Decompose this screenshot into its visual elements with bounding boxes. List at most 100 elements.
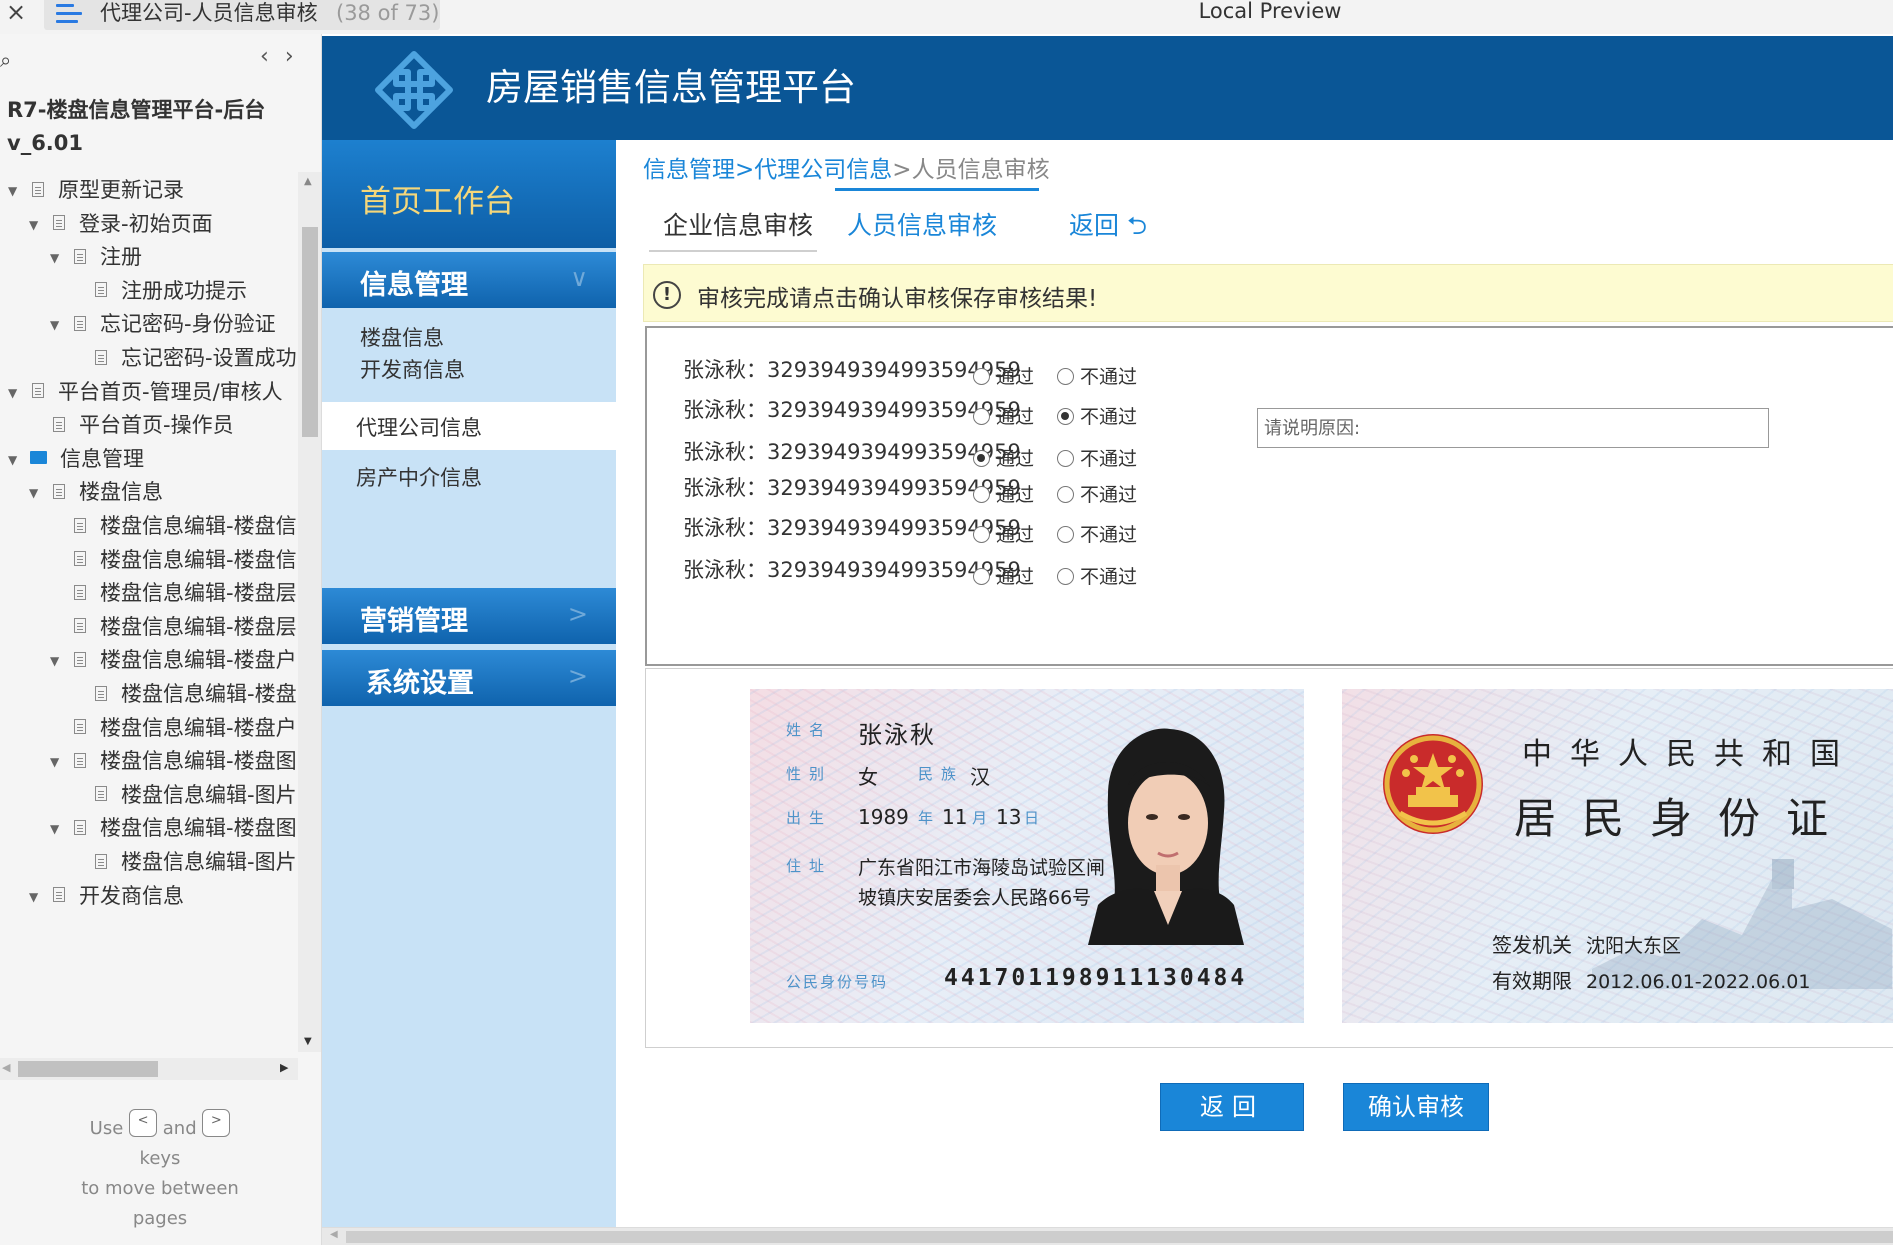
breadcrumb-root[interactable]: 信息管理 xyxy=(643,157,735,183)
radio-unchecked-icon[interactable] xyxy=(973,408,990,425)
fail-radio[interactable]: 不通过 xyxy=(1057,362,1137,389)
id-back-country: 中华人民共和国 xyxy=(1522,737,1858,772)
tree-vertical-scrollbar[interactable]: ▲ ▼ xyxy=(298,172,321,1052)
fail-radio[interactable]: 不通过 xyxy=(1057,480,1137,507)
page-icon xyxy=(74,248,86,264)
staff-name-id: 张泳秋：3293949394993594959 xyxy=(683,358,1021,382)
notice-text: 审核完成请点击确认审核保存审核结果! xyxy=(697,286,1098,312)
exclamation-icon: ! xyxy=(653,281,681,309)
radio-unchecked-icon[interactable] xyxy=(1057,368,1074,385)
pass-radio[interactable]: 通过 xyxy=(973,520,1034,547)
nav-section-info-management[interactable]: 信息管理 ∨ xyxy=(322,252,616,308)
id-portrait-photo xyxy=(1088,728,1244,945)
confirm-review-button[interactable]: 确认审核 xyxy=(1343,1083,1489,1131)
fail-radio[interactable]: 不通过 xyxy=(1057,562,1137,589)
page-icon xyxy=(53,887,65,903)
radio-checked-icon[interactable] xyxy=(973,450,990,467)
caret-down-icon[interactable]: ▼ xyxy=(29,473,45,513)
pass-radio[interactable]: 通过 xyxy=(973,480,1034,507)
radio-unchecked-icon[interactable] xyxy=(973,486,990,503)
scroll-thumb[interactable] xyxy=(346,1231,1893,1243)
back-button[interactable]: 返回 xyxy=(1160,1083,1304,1131)
staff-name-id: 张泳秋：3293949394993594959 xyxy=(683,398,1021,422)
tab-company-review[interactable]: 企业信息审核 xyxy=(663,206,813,242)
caret-down-icon[interactable]: ▼ xyxy=(29,205,45,245)
page-tab[interactable]: 代理公司-人员信息审核 (38 of 73) xyxy=(44,0,440,30)
tree-item-label: 开发商信息 xyxy=(79,883,184,908)
tree-item-label: 平台首页-操作员 xyxy=(79,413,234,438)
page-icon xyxy=(74,517,86,533)
sitemap-menu-icon[interactable] xyxy=(56,4,84,26)
app-title: 房屋销售信息管理平台 xyxy=(486,66,856,109)
fail-radio[interactable]: 不通过 xyxy=(1057,402,1137,429)
scroll-thumb[interactable] xyxy=(18,1061,158,1077)
caret-down-icon[interactable]: ▼ xyxy=(50,742,66,782)
nav-item-agency-info[interactable]: 代理公司信息 xyxy=(322,402,616,450)
tab-staff-review[interactable]: 人员信息审核 xyxy=(847,206,997,242)
prev-page-icon[interactable]: ‹ xyxy=(260,44,285,69)
caret-down-icon[interactable]: ▼ xyxy=(8,440,24,480)
id-card-back: 中华人民共和国 居民身份证 签发机关 沈阳大东区 有效期限 2012.06.01-2… xyxy=(1342,689,1893,1023)
pass-radio[interactable]: 通过 xyxy=(973,562,1034,589)
radio-checked-icon[interactable] xyxy=(1057,408,1074,425)
radio-unchecked-icon[interactable] xyxy=(973,526,990,543)
tree-item-label: 注册成功提示 xyxy=(121,278,247,303)
fail-radio[interactable]: 不通过 xyxy=(1057,520,1137,547)
nav-section-marketing[interactable]: 营销管理 > xyxy=(322,588,616,644)
page-icon xyxy=(74,719,86,735)
pass-radio[interactable]: 通过 xyxy=(973,362,1034,389)
radio-unchecked-icon[interactable] xyxy=(1057,486,1074,503)
radio-unchecked-icon[interactable] xyxy=(1057,450,1074,467)
radio-label: 通过 xyxy=(996,566,1035,588)
caret-down-icon[interactable]: ▼ xyxy=(29,877,45,917)
tree-page-item[interactable]: ▼ 开发商信息 xyxy=(29,876,184,916)
caret-down-icon[interactable]: ▼ xyxy=(50,305,66,345)
caret-down-icon[interactable]: ▼ xyxy=(50,238,66,278)
scroll-thumb[interactable] xyxy=(302,227,318,437)
scroll-left-icon[interactable]: ◀ xyxy=(2,1061,10,1074)
breadcrumb-parent[interactable]: 代理公司信息 xyxy=(754,157,892,183)
page-icon xyxy=(95,349,107,365)
next-page-icon[interactable]: › xyxy=(285,44,310,69)
caret-down-icon[interactable]: ▼ xyxy=(50,809,66,849)
keyboard-help: Use < and > keys to move between pages xyxy=(60,1109,260,1234)
pass-radio[interactable]: 通过 xyxy=(973,402,1034,429)
nav-section-settings[interactable]: 系统设置 > xyxy=(322,650,616,706)
caret-down-icon[interactable]: ▼ xyxy=(8,171,24,211)
id-card-front: 姓名 张泳秋 性别 女 民族 汉 出生 1989 年 11 月 13 日 住址 … xyxy=(750,689,1304,1023)
radio-unchecked-icon[interactable] xyxy=(973,368,990,385)
page-icon xyxy=(32,383,44,399)
side-navigation: 首页工作台 信息管理 ∨ 楼盘信息 开发商信息 代理公司信息 房产中介信息 营销… xyxy=(322,140,616,1227)
scroll-down-icon[interactable]: ▼ xyxy=(304,1036,312,1047)
back-link[interactable]: 返回 ⮌ xyxy=(1069,206,1147,250)
radio-unchecked-icon[interactable] xyxy=(1057,568,1074,585)
page-tree: ▼ 原型更新记录 ▼ 登录-初始页面 ▼ 注册 注册成功提示 ▼ 忘记密码-身份验证 忘记密码-设… xyxy=(0,170,300,1070)
radio-label: 通过 xyxy=(996,484,1035,506)
caret-down-icon[interactable]: ▼ xyxy=(50,641,66,681)
radio-unchecked-icon[interactable] xyxy=(973,568,990,585)
scroll-up-icon[interactable]: ▲ xyxy=(304,176,312,187)
close-icon[interactable]: × xyxy=(4,0,28,26)
right-key-icon: > xyxy=(202,1109,231,1137)
radio-label: 不通过 xyxy=(1080,406,1138,428)
tree-item-label: 楼盘信息 xyxy=(79,480,163,505)
breadcrumb-underline xyxy=(835,188,1039,191)
caret-down-icon[interactable]: ▼ xyxy=(8,373,24,413)
scroll-right-icon[interactable]: ▶ xyxy=(280,1061,288,1074)
staff-name-id: 张泳秋：3293949394993594959 xyxy=(683,440,1021,464)
nav-home-workbench[interactable]: 首页工作台 xyxy=(322,140,616,248)
tree-horizontal-scrollbar[interactable]: ◀ ▶ xyxy=(0,1058,298,1080)
search-icon[interactable]: ⌕ xyxy=(0,48,11,72)
tree-item-label: 登录-初始页面 xyxy=(79,211,213,236)
radio-label: 通过 xyxy=(996,366,1035,388)
scroll-left-icon[interactable]: ◀ xyxy=(330,1229,338,1240)
page-horizontal-scrollbar[interactable]: ◀ xyxy=(322,1227,1893,1245)
radio-unchecked-icon[interactable] xyxy=(1057,526,1074,543)
tree-item-label: 楼盘信息编辑-图片 xyxy=(121,850,297,874)
id-validity-period: 有效期限 2012.06.01-2022.06.01 xyxy=(1492,969,1811,993)
id-card-images: 姓名 张泳秋 性别 女 民族 汉 出生 1989 年 11 月 13 日 住址 … xyxy=(645,668,1893,1048)
tree-item-label: 楼盘信息编辑-楼盘图 xyxy=(100,749,297,774)
staff-name-id: 张泳秋：3293949394993594959 xyxy=(683,516,1021,540)
radio-label: 不通过 xyxy=(1080,524,1138,546)
left-key-icon: < xyxy=(129,1109,158,1137)
